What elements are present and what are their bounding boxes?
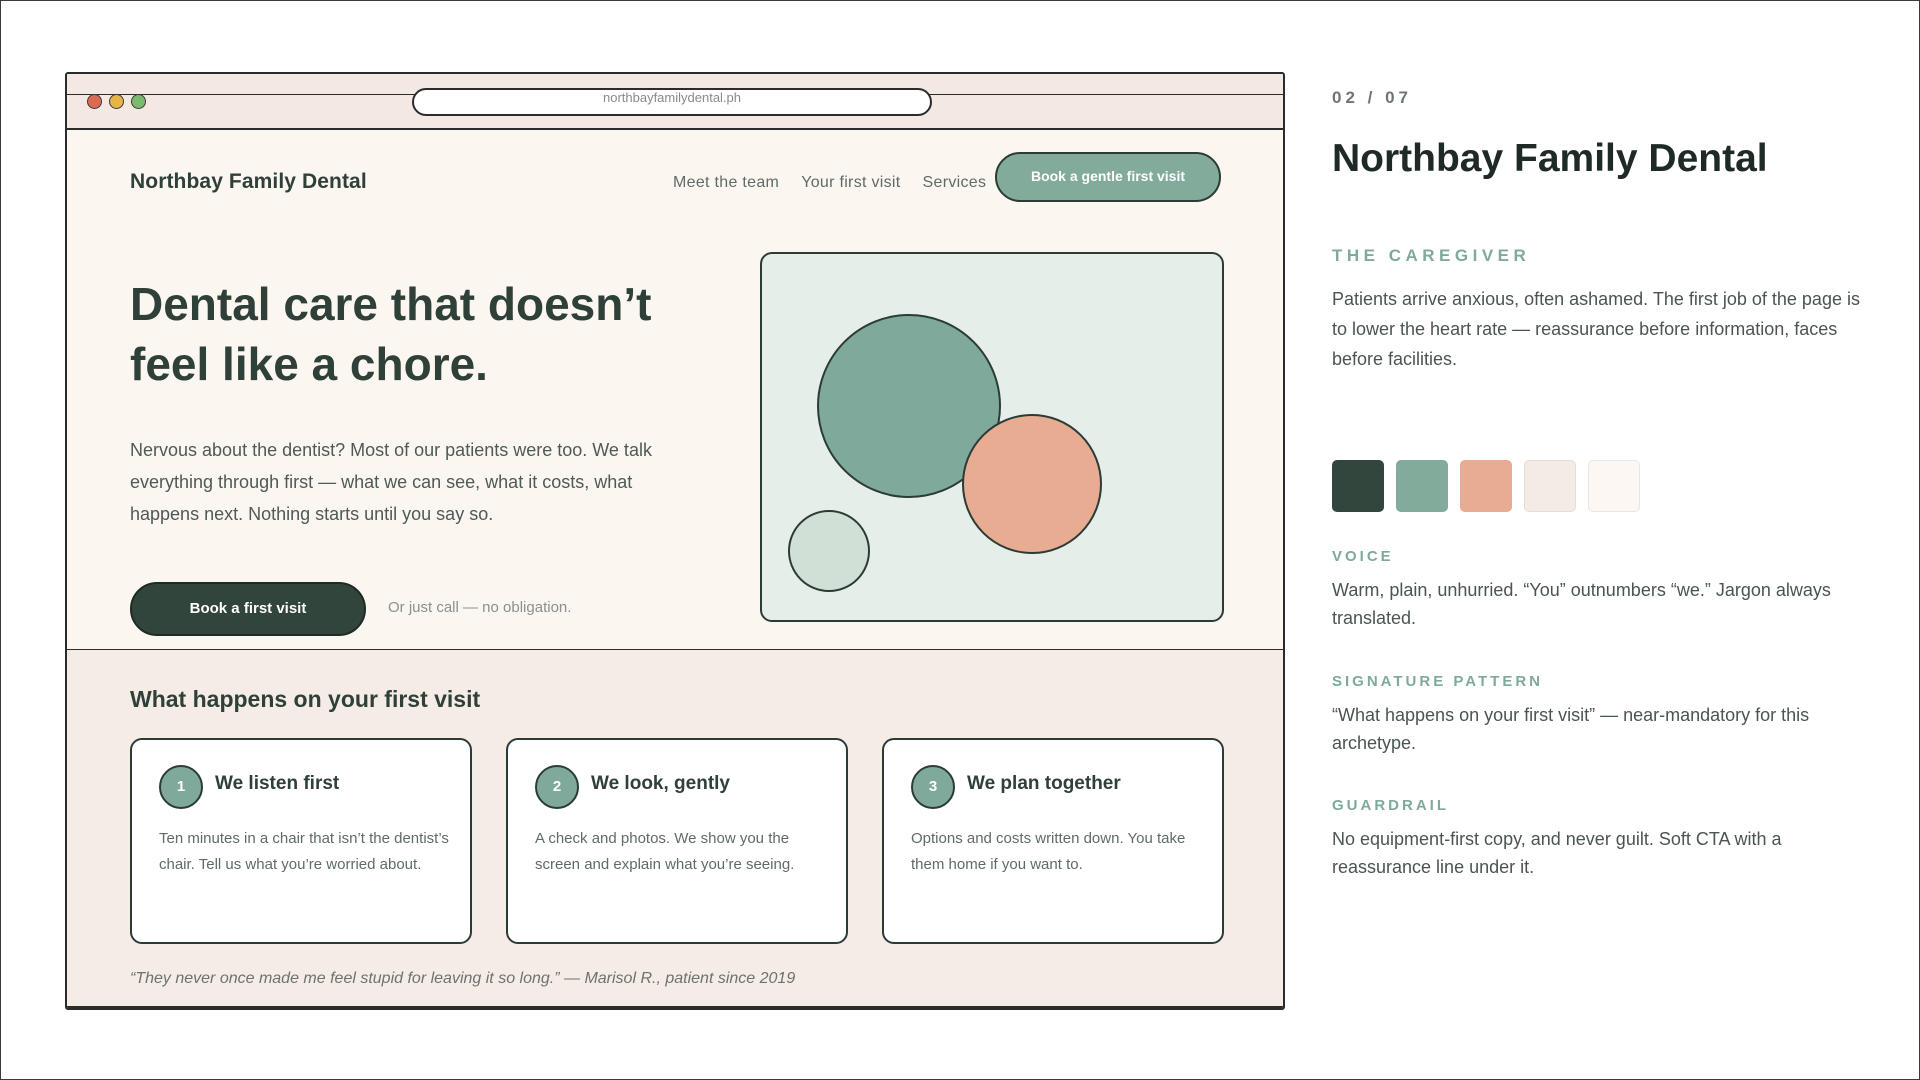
- patient-testimonial: “They never once made me feel stupid for…: [130, 970, 796, 987]
- hero-body: Nervous about the dentist? Most of our p…: [130, 440, 652, 524]
- signature-pattern-label: SIGNATURE PATTERN: [1332, 673, 1543, 690]
- hero-reassurance-note: Or just call — no obligation.: [388, 599, 572, 616]
- step-title: We listen first: [215, 773, 340, 794]
- nav-link-meet-the-team[interactable]: Meet the team: [673, 174, 779, 192]
- step-number-badge: 3: [911, 765, 955, 809]
- first-visit-heading: What happens on your first visit: [130, 686, 481, 712]
- color-swatch-dark-green: [1332, 460, 1384, 512]
- browser-chrome: northbayfamilydental.ph: [67, 74, 1283, 130]
- hero-illustration: [760, 252, 1224, 622]
- archetype-description: Patients arrive anxious, often ashamed. …: [1332, 289, 1860, 369]
- step-body: Options and costs written down. You take…: [911, 830, 1186, 873]
- slide-counter: 02 / 07: [1332, 88, 1412, 107]
- voice-label: VOICE: [1332, 548, 1394, 565]
- peach-circle-shape: [962, 414, 1102, 554]
- browser-bottom-edge: [67, 1006, 1283, 1008]
- step-title: We plan together: [967, 773, 1121, 794]
- site-nav: Meet the team Your first visit Services: [673, 174, 986, 192]
- guardrail-description: No equipment-first copy, and never guilt…: [1332, 829, 1782, 877]
- step-card-look: 2 We look, gently A check and photos. We…: [506, 738, 848, 944]
- color-swatch-cream: [1588, 460, 1640, 512]
- site-header: Northbay Family Dental Meet the team You…: [67, 130, 1283, 220]
- book-gentle-visit-button[interactable]: Book a gentle first visit: [995, 152, 1221, 202]
- panel-title: Northbay Family Dental: [1332, 137, 1768, 180]
- first-visit-section: What happens on your first visit 1 We li…: [67, 650, 1283, 1008]
- minimize-window-dot-icon[interactable]: [109, 94, 124, 109]
- maximize-window-dot-icon[interactable]: [131, 94, 146, 109]
- book-first-visit-button[interactable]: Book a first visit: [130, 582, 366, 636]
- step-card-plan: 3 We plan together Options and costs wri…: [882, 738, 1224, 944]
- nav-link-services[interactable]: Services: [923, 174, 987, 192]
- step-number-badge: 1: [159, 765, 203, 809]
- step-title: We look, gently: [591, 773, 731, 794]
- light-green-circle-shape: [788, 510, 870, 592]
- guardrail-label: GUARDRAIL: [1332, 797, 1449, 814]
- hero-title: Dental care that doesn’t feel like a cho…: [130, 278, 652, 390]
- address-bar[interactable]: northbayfamilydental.ph: [412, 88, 932, 116]
- signature-pattern-description: “What happens on your first visit” — nea…: [1332, 705, 1810, 753]
- site-brand[interactable]: Northbay Family Dental: [130, 170, 367, 194]
- color-swatch-blush: [1524, 460, 1576, 512]
- step-number-badge: 2: [535, 765, 579, 809]
- color-swatch-peach: [1460, 460, 1512, 512]
- color-swatch-sage: [1396, 460, 1448, 512]
- close-window-dot-icon[interactable]: [87, 94, 102, 109]
- nav-link-your-first-visit[interactable]: Your first visit: [801, 174, 900, 192]
- step-body: Ten minutes in a chair that isn’t the de…: [159, 830, 449, 873]
- browser-window: northbayfamilydental.ph Northbay Family …: [65, 72, 1285, 1010]
- step-body: A check and photos. We show you the scre…: [535, 830, 795, 873]
- step-card-listen: 1 We listen first Ten minutes in a chair…: [130, 738, 472, 944]
- archetype-label: THE CAREGIVER: [1332, 246, 1531, 265]
- voice-description: Warm, plain, unhurried. “You” outnumbers…: [1332, 580, 1831, 628]
